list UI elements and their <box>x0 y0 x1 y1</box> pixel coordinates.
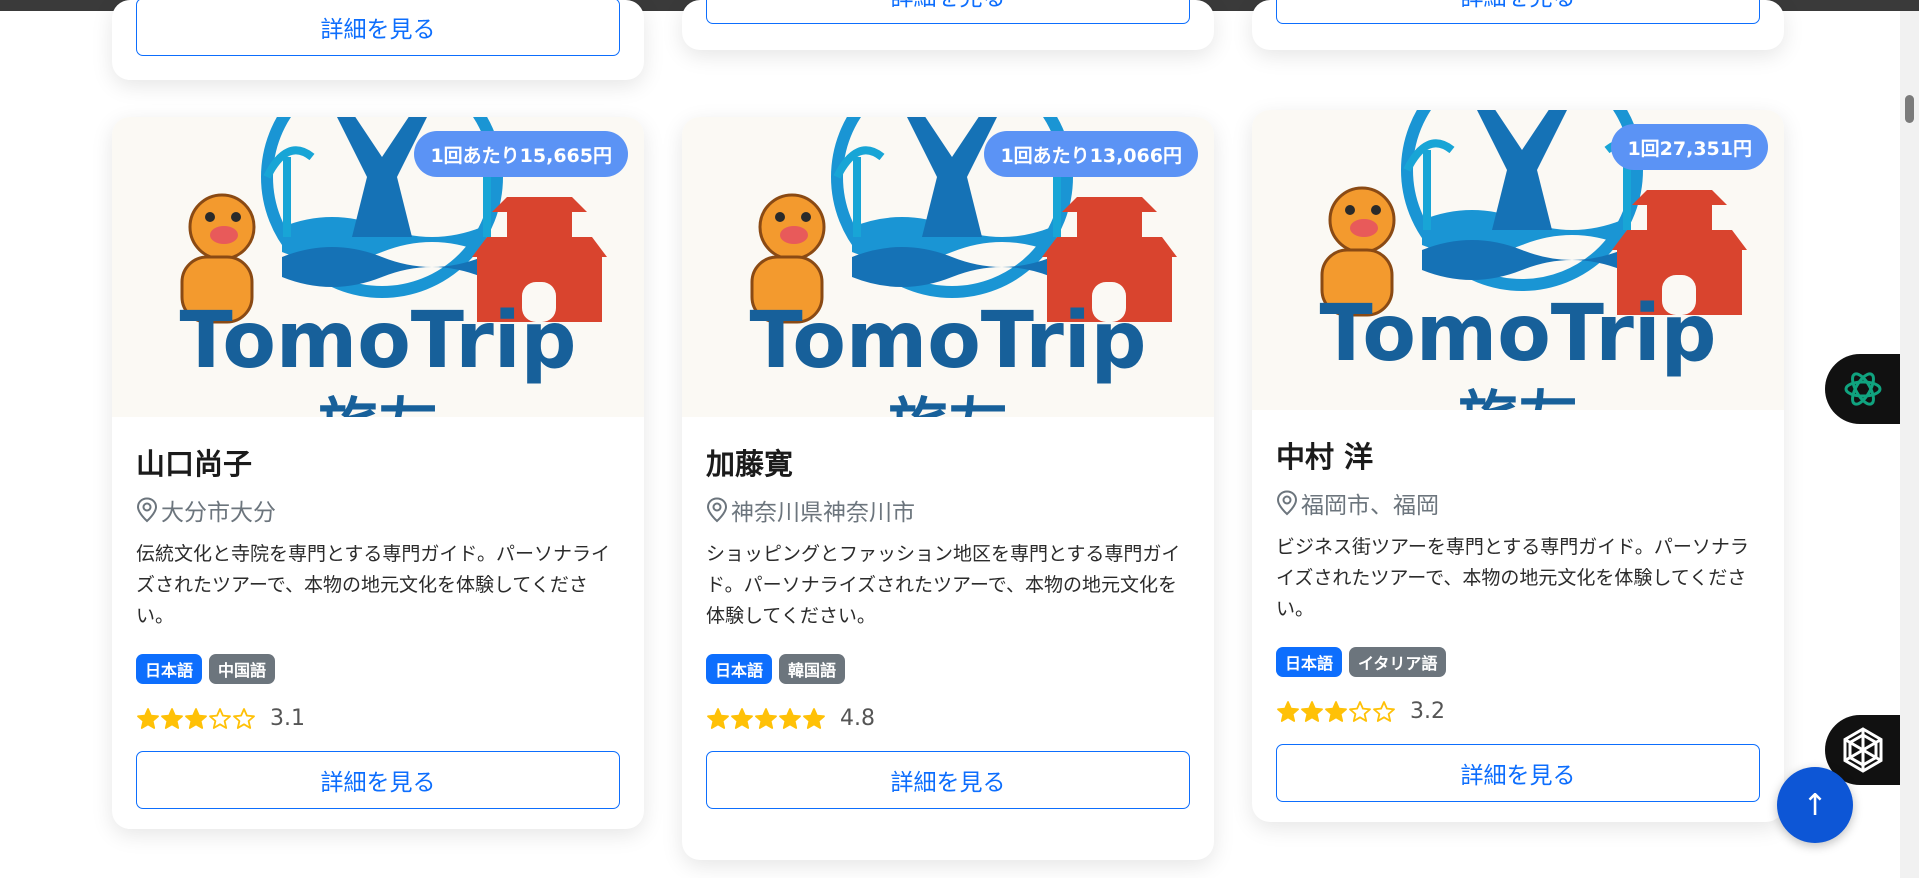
scroll-to-top-button[interactable]: ↑ <box>1777 767 1853 843</box>
language-badges: 日本語 韓国語 <box>706 654 1190 684</box>
guide-card-top-1: 詳細を見る <box>112 0 644 80</box>
star-empty-icon <box>1373 700 1395 722</box>
rating: 4.8 <box>706 706 1190 731</box>
star-full-icon <box>137 707 159 729</box>
guide-description: ビジネス街ツアーを専門とする専門ガイド。パーソナライズされたツアーで、本物の地元… <box>1276 536 1749 620</box>
guide-card-image: TomoTrip 旅友 1回27,351円 <box>1252 110 1784 410</box>
guide-location: 神奈川県神奈川市 <box>706 493 1190 527</box>
details-button[interactable]: 詳細を見る <box>706 751 1190 809</box>
guide-card: TomoTrip 旅友 1回あたり13,066円 加藤寛 神奈川県神奈川市 ショ… <box>682 117 1214 860</box>
guide-card-body: 山口尚子 大分市大分 伝統文化と寺院を専門とする専門ガイド。パーソナライズされた… <box>112 441 644 809</box>
language-badge: イタリア語 <box>1349 647 1447 677</box>
guide-card-top-3: 詳細を見る <box>1252 0 1784 50</box>
hexagon-logo-icon <box>1843 727 1882 773</box>
star-full-icon <box>1301 700 1323 722</box>
star-full-icon <box>707 707 729 729</box>
rating: 3.2 <box>1276 699 1760 724</box>
rating-value: 3.1 <box>270 706 305 731</box>
language-badge: 日本語 <box>706 654 773 684</box>
guide-card-image: TomoTrip 旅友 1回あたり13,066円 <box>682 117 1214 417</box>
language-badges: 日本語 イタリア語 <box>1276 647 1760 677</box>
star-rating <box>706 707 826 731</box>
star-rating <box>136 707 256 731</box>
guide-location: 大分市大分 <box>136 493 620 527</box>
star-full-icon <box>731 707 753 729</box>
language-badge: 日本語 <box>136 654 203 684</box>
star-full-icon <box>779 707 801 729</box>
svg-text:旅友: 旅友 <box>888 392 1008 417</box>
guide-card: TomoTrip 旅友 1回27,351円 中村 洋 福岡市、福岡 ビジネス街ツ… <box>1252 110 1784 822</box>
details-button[interactable]: 詳細を見る <box>136 751 620 809</box>
language-badge: 日本語 <box>1276 647 1343 677</box>
guide-name: 加藤寛 <box>706 447 794 481</box>
star-full-icon <box>161 707 183 729</box>
chatgpt-widget[interactable] <box>1825 354 1900 424</box>
price-badge: 1回あたり13,066円 <box>984 131 1198 177</box>
rating-value: 4.8 <box>840 706 875 731</box>
star-full-icon <box>803 707 825 729</box>
star-full-icon <box>1325 700 1347 722</box>
guide-card: TomoTrip 旅友 1回あたり15,665円 山口尚子 大分市大分 伝統文化… <box>112 117 644 829</box>
details-button[interactable]: 詳細を見る <box>706 0 1190 24</box>
language-badge: 中国語 <box>209 654 276 684</box>
star-empty-icon <box>1349 700 1371 722</box>
details-button[interactable]: 詳細を見る <box>136 0 620 56</box>
guide-description: 伝統文化と寺院を専門とする専門ガイド。パーソナライズされたツアーで、本物の地元文… <box>136 543 611 627</box>
guide-card-top-2: 詳細を見る <box>682 0 1214 50</box>
location-text: 大分市大分 <box>161 500 276 526</box>
star-rating <box>1276 700 1396 724</box>
scrollbar-thumb[interactable] <box>1905 95 1914 123</box>
star-full-icon <box>1277 700 1299 722</box>
guide-card-body: 中村 洋 福岡市、福岡 ビジネス街ツアーを専門とする専門ガイド。パーソナライズさ… <box>1252 434 1784 802</box>
geo-pin-icon <box>136 497 158 523</box>
guide-card-body: 加藤寛 神奈川県神奈川市 ショッピングとファッション地区を専門とする専門ガイド。… <box>682 441 1214 809</box>
guide-card-image: TomoTrip 旅友 1回あたり15,665円 <box>112 117 644 417</box>
star-empty-icon <box>209 707 231 729</box>
geo-pin-icon <box>706 497 728 523</box>
details-button[interactable]: 詳細を見る <box>1276 744 1760 802</box>
language-badges: 日本語 中国語 <box>136 654 620 684</box>
price-badge: 1回27,351円 <box>1611 124 1768 170</box>
star-full-icon <box>185 707 207 729</box>
star-full-icon <box>755 707 777 729</box>
svg-text:TomoTrip: TomoTrip <box>180 296 577 386</box>
openai-logo-icon <box>1844 372 1881 406</box>
rating: 3.1 <box>136 706 620 731</box>
rating-value: 3.2 <box>1410 699 1445 724</box>
svg-text:TomoTrip: TomoTrip <box>750 296 1147 386</box>
guide-name: 山口尚子 <box>136 447 253 481</box>
details-button[interactable]: 詳細を見る <box>1276 0 1760 24</box>
svg-text:TomoTrip: TomoTrip <box>1320 289 1717 379</box>
location-text: 福岡市、福岡 <box>1301 493 1439 519</box>
guide-location: 福岡市、福岡 <box>1276 486 1760 520</box>
geo-pin-icon <box>1276 490 1298 516</box>
price-badge: 1回あたり15,665円 <box>414 131 628 177</box>
guide-name: 中村 洋 <box>1276 440 1374 474</box>
arrow-up-icon: ↑ <box>1802 787 1828 823</box>
star-empty-icon <box>233 707 255 729</box>
language-badge: 韓国語 <box>779 654 846 684</box>
page-scrollbar[interactable] <box>1900 11 1919 878</box>
location-text: 神奈川県神奈川市 <box>731 500 915 526</box>
svg-text:旅友: 旅友 <box>318 392 438 417</box>
svg-text:旅友: 旅友 <box>1458 385 1578 410</box>
guide-description: ショッピングとファッション地区を専門とする専門ガイド。パーソナライズされたツアー… <box>706 543 1181 627</box>
